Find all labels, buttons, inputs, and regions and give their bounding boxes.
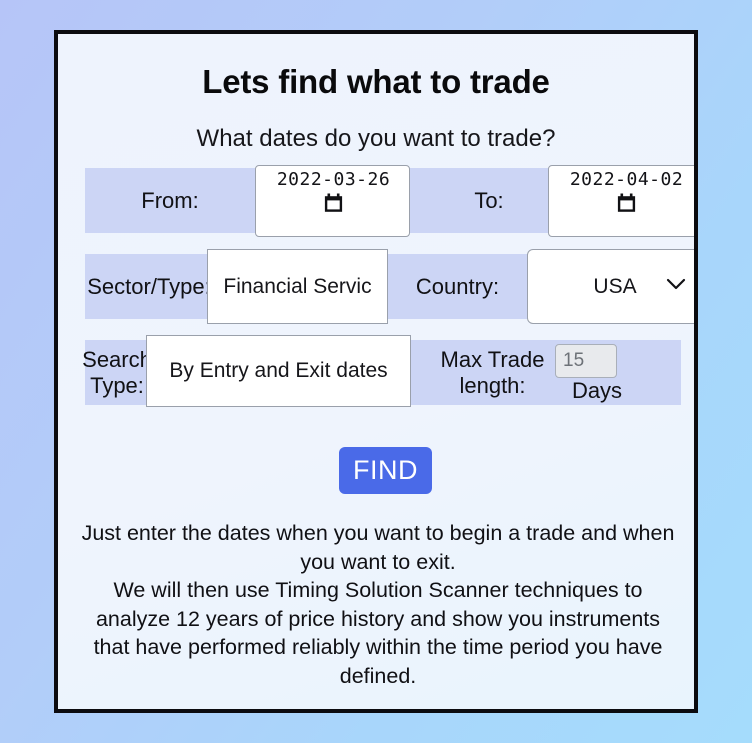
sector-type-select[interactable]: Financial Servic (207, 249, 388, 324)
sector-type-value: Financial Servic (223, 274, 372, 298)
from-date-input[interactable]: 2022-03-26 (255, 165, 410, 237)
description-line-5: that have performed reliably within the … (93, 635, 663, 659)
description-line-2: you want to exit. (300, 549, 456, 574)
description-line-4: analyze 12 years of price history and sh… (95, 606, 661, 631)
to-date-input[interactable]: 2022-04-02 (548, 165, 694, 237)
trade-finder-card: Lets find what to trade What dates do yo… (54, 30, 698, 713)
from-label-cell: From: (85, 168, 255, 233)
calendar-icon[interactable] (617, 193, 636, 218)
search-type-label-cell: Search Type: (82, 340, 152, 405)
country-value: USA (593, 274, 637, 298)
search-type-value: By Entry and Exit dates (169, 359, 388, 382)
to-label-cell: To: (410, 168, 568, 233)
max-trade-length-field: Days (547, 340, 654, 405)
search-type-select[interactable]: By Entry and Exit dates (146, 335, 411, 407)
sector-label-cell: Sector/Type: (85, 254, 213, 319)
description-text: Just enter the dates when you want to be… (80, 519, 676, 690)
description-line-6: defined. (339, 663, 417, 688)
to-label: To: (474, 187, 504, 213)
sector-country-row: Sector/Type: Financial Servic Country: U… (85, 249, 694, 324)
days-unit-label: Days (571, 378, 623, 403)
from-date-value: 2022-03-26 (276, 169, 391, 190)
search-type-label: Search Type: (82, 347, 152, 398)
to-date-value: 2022-04-02 (569, 169, 684, 190)
country-label: Country: (415, 273, 500, 299)
country-label-cell: Country: (388, 254, 527, 319)
chevron-down-icon[interactable] (666, 278, 686, 296)
from-label: From: (141, 187, 199, 213)
sector-label: Sector/Type: (87, 273, 211, 299)
dates-row: From: 2022-03-26 To: 2022-04-02 (85, 165, 694, 237)
page-title: Lets find what to trade (202, 63, 550, 100)
max-trade-length-input[interactable] (555, 344, 617, 378)
description-line-3: We will then use Timing Solution Scanner… (113, 578, 643, 602)
find-button[interactable]: FIND (339, 447, 432, 494)
calendar-icon[interactable] (324, 193, 343, 218)
country-select[interactable]: USA (527, 249, 694, 324)
page-subtitle: What dates do you want to trade? (196, 125, 556, 152)
description-line-1: Just enter the dates when you want to be… (81, 521, 675, 545)
